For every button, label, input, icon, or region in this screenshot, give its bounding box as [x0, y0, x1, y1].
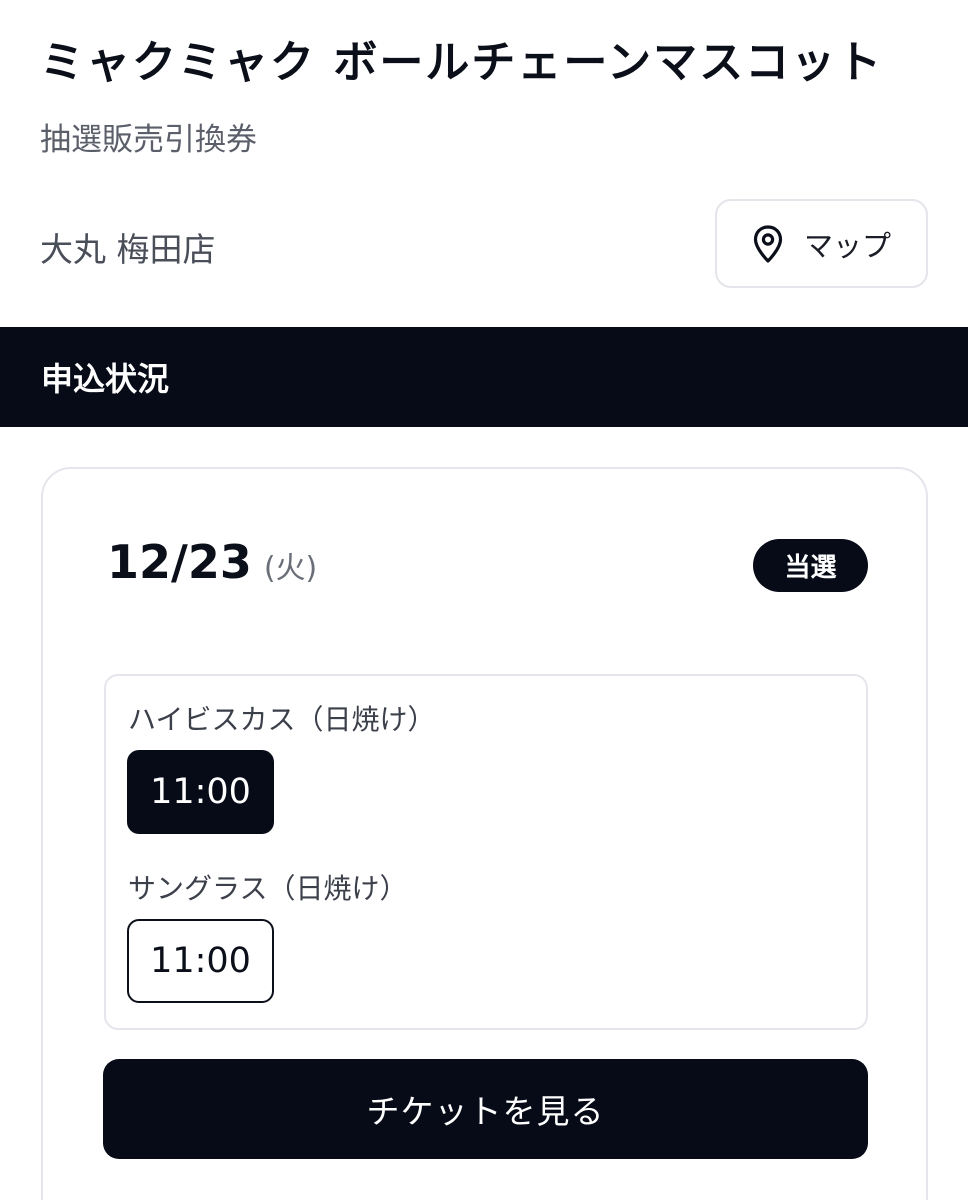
slots-box: ハイビスカス（日焼け） 11:00 サングラス（日焼け） 11:00 [104, 674, 868, 1030]
section-header: 申込状況 [0, 327, 968, 427]
map-button[interactable]: マップ [715, 199, 928, 288]
entry-date-value: 12/23 [107, 535, 252, 589]
store-name: 大丸 梅田店 [40, 230, 216, 269]
status-badge: 当選 [753, 539, 868, 592]
entry-card: 12/23 (火) 当選 ハイビスカス（日焼け） 11:00 サングラス（日焼け… [41, 467, 928, 1200]
entry-weekday: (火) [263, 551, 318, 586]
map-pin-icon [752, 224, 784, 264]
product-title: ミャクミャク ボールチェーンマスコット [40, 37, 884, 88]
section-title: 申込状況 [41, 360, 170, 398]
item-name: ハイビスカス（日焼け） [128, 703, 436, 736]
entry-date: 12/23 (火) [107, 535, 317, 589]
view-ticket-button[interactable]: チケットを見る [103, 1059, 868, 1159]
page: ミャクミャク ボールチェーンマスコット 抽選販売引換券 大丸 梅田店 マップ 申… [0, 0, 968, 1200]
time-slot[interactable]: 11:00 [127, 919, 274, 1003]
item-name: サングラス（日焼け） [128, 872, 408, 905]
product-subtitle: 抽選販売引換券 [40, 122, 257, 158]
time-slot-selected[interactable]: 11:00 [127, 750, 274, 834]
map-button-label: マップ [803, 228, 891, 263]
